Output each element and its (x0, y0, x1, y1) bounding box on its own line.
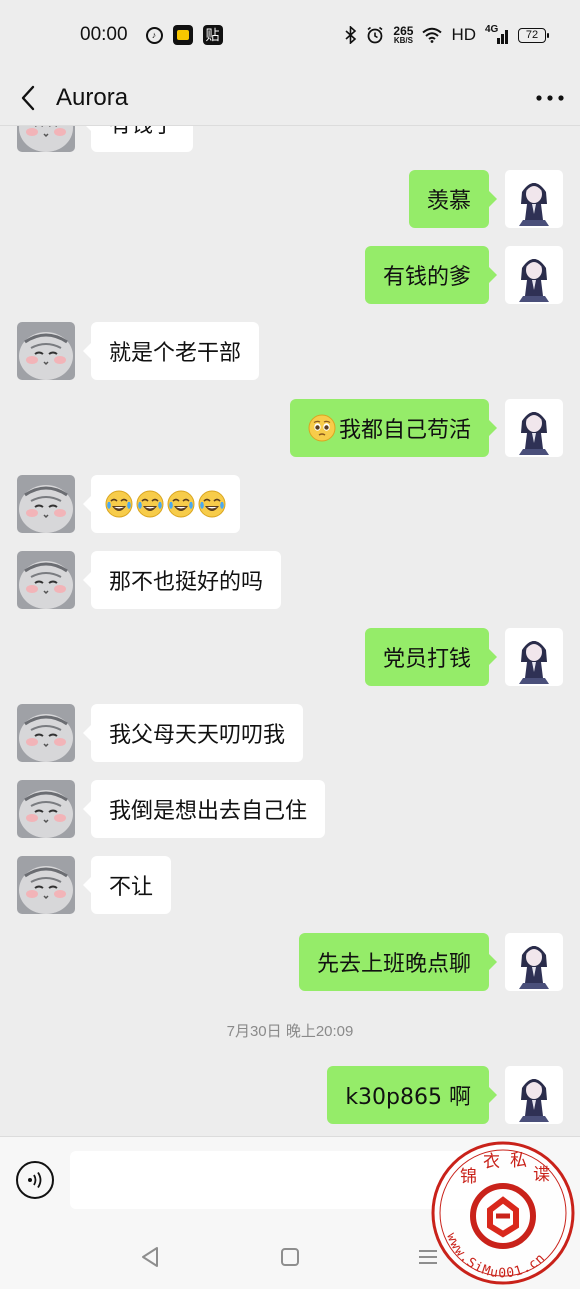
bluetooth-icon (345, 26, 357, 44)
message-bubble[interactable]: 那不也挺好的吗 (82, 551, 282, 609)
message-bubble[interactable]: 有钱了 (82, 126, 194, 152)
back-button[interactable] (0, 70, 56, 126)
watermark-char: 衣 (483, 1152, 500, 1172)
avatar-cat[interactable] (17, 551, 75, 609)
anime-girl-avatar-icon (505, 628, 563, 686)
message-text: 先去上班晚点聊 (316, 952, 471, 977)
message-text: k30p865 啊 (345, 1085, 471, 1110)
system-back-button[interactable] (133, 1240, 167, 1274)
message-bubble[interactable]: 羡慕 (408, 170, 498, 228)
avatar-cat[interactable] (17, 704, 75, 762)
more-dots-icon (536, 94, 564, 101)
tears-of-joy-emoji-icon (198, 490, 226, 518)
message-bubble[interactable] (83, 475, 240, 533)
anime-girl-avatar-icon (505, 1066, 563, 1124)
netease-music-icon: ♪ (145, 26, 163, 44)
cat-avatar-icon (17, 126, 75, 152)
message-bubble[interactable]: k30p865 啊 (327, 1066, 497, 1124)
more-options-button[interactable] (520, 70, 580, 126)
cat-avatar-icon (17, 780, 75, 838)
cat-avatar-icon (17, 704, 75, 762)
chevron-left-icon (21, 85, 35, 110)
triangle-back-icon (142, 1247, 158, 1267)
avatar-self[interactable] (505, 170, 563, 228)
status-bar: 00:00 ♪ 贴 265 KB/S HD 4G 72 (0, 0, 580, 70)
tieba-icon: 贴 (202, 25, 223, 45)
pleading-face-emoji-icon (308, 414, 336, 442)
network-speed: 265 KB/S (393, 24, 414, 45)
avatar-self[interactable] (505, 399, 563, 457)
avatar-self[interactable] (505, 1066, 563, 1124)
cat-avatar-icon (17, 551, 75, 609)
watermark-char: 私 (510, 1151, 527, 1171)
cat-avatar-icon (17, 322, 75, 380)
message-bubble[interactable]: 我倒是想出去自己住 (82, 780, 326, 838)
message-text: 党员打钱 (382, 647, 471, 672)
wifi-icon (422, 27, 443, 43)
message-input[interactable] (70, 1151, 490, 1209)
battery-icon: 72 (518, 27, 549, 43)
message-text: 不让 (109, 875, 154, 900)
hd-label: HD (451, 25, 476, 44)
anime-girl-avatar-icon (505, 246, 563, 304)
cat-avatar-icon (17, 475, 75, 533)
tears-of-joy-emoji-icon (136, 490, 164, 518)
avatar-self[interactable] (505, 628, 563, 686)
avatar-cat[interactable] (17, 780, 75, 838)
anime-girl-avatar-icon (505, 399, 563, 457)
message-text: 有钱的爹 (382, 265, 471, 290)
message-bubble[interactable]: 党员打钱 (364, 628, 498, 686)
avatar-self[interactable] (505, 246, 563, 304)
tears-of-joy-emoji-icon (167, 490, 195, 518)
anime-girl-avatar-icon (505, 933, 563, 991)
message-bubble[interactable]: 我都自己苟活 (289, 399, 498, 457)
message-text: 我都自己苟活 (338, 418, 471, 443)
message-bubble[interactable]: 有钱的爹 (364, 246, 498, 304)
message-bubble[interactable]: 先去上班晚点聊 (298, 933, 498, 991)
chat-header: Aurora (0, 70, 580, 126)
watermark-char: 谍 (533, 1165, 550, 1185)
avatar-cat[interactable] (17, 856, 75, 914)
watermark-seal: 锦 衣 私 谍 www.SiMu001.cn (431, 1141, 575, 1285)
square-home-icon (281, 1248, 299, 1266)
message-text: 羡慕 (426, 189, 471, 214)
signal-4g-icon: 4G (485, 24, 509, 44)
status-indicators: 265 KB/S HD 4G 72 (345, 24, 549, 45)
avatar-cat[interactable] (17, 126, 75, 152)
avatar-self[interactable] (505, 933, 563, 991)
message-bubble[interactable]: 就是个老干部 (82, 322, 260, 380)
message-text: 有钱了 (109, 126, 175, 139)
chat-title: Aurora (56, 83, 129, 111)
cat-avatar-icon (17, 856, 75, 914)
avatar-cat[interactable] (17, 322, 75, 380)
message-text: 那不也挺好的吗 (109, 570, 264, 595)
message-bubble[interactable]: 不让 (82, 856, 172, 914)
yellow-app-icon (172, 25, 193, 45)
voice-input-button[interactable] (16, 1161, 54, 1199)
system-home-button[interactable] (273, 1240, 307, 1274)
anime-girl-avatar-icon (505, 170, 563, 228)
alarm-icon (367, 26, 383, 44)
message-text: 我倒是想出去自己住 (109, 799, 308, 824)
status-time: 00:00 (80, 24, 128, 45)
tears-of-joy-emoji-icon (105, 490, 133, 518)
watermark-char: 锦 (460, 1167, 477, 1187)
message-list[interactable]: 有钱了 羡慕 有钱的爹 就是个老干部 我都自己苟活 那不也挺好的吗 (0, 126, 580, 1136)
voice-icon (28, 1172, 42, 1188)
avatar-cat[interactable] (17, 475, 75, 533)
message-text: 我父母天天叨叨我 (109, 723, 286, 748)
message-bubble[interactable]: 我父母天天叨叨我 (82, 704, 304, 762)
message-timestamp: 7月30日 晚上20:09 (226, 1023, 354, 1040)
message-text: 就是个老干部 (109, 341, 242, 366)
